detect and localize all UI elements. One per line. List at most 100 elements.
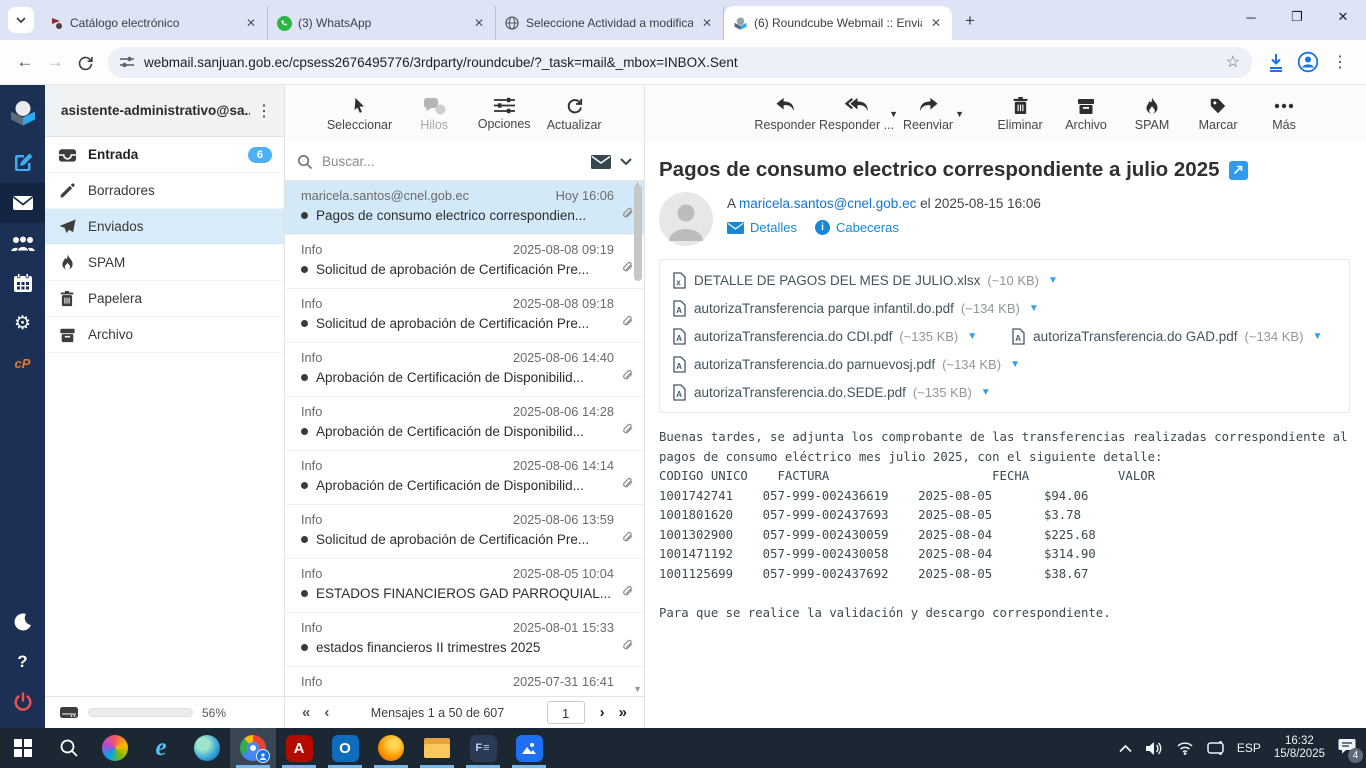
new-tab-button[interactable]: + bbox=[956, 7, 984, 35]
message-row[interactable]: Info 2025-08-08 09:19 Solicitud de aproba… bbox=[285, 235, 644, 289]
tab-close-icon[interactable]: ✕ bbox=[243, 16, 259, 30]
taskbar-chrome-button[interactable] bbox=[230, 728, 276, 768]
mail-nav-button[interactable] bbox=[0, 183, 45, 223]
folder-enviados[interactable]: Enviados bbox=[45, 209, 284, 245]
display-app-icon[interactable] bbox=[1207, 741, 1224, 755]
wifi-icon[interactable] bbox=[1176, 741, 1194, 755]
attachment-menu-caret[interactable]: ▼ bbox=[1048, 275, 1058, 286]
next-page-button[interactable]: › bbox=[593, 704, 612, 721]
tab-close-icon[interactable]: ✕ bbox=[928, 16, 944, 30]
forward-caret-icon[interactable]: ▼ bbox=[955, 109, 964, 119]
folder-borradores[interactable]: Borradores bbox=[45, 173, 284, 209]
search-input[interactable] bbox=[322, 154, 582, 169]
attachment-item[interactable]: A autorizaTransferencia parque infantil.… bbox=[672, 299, 1039, 317]
attachment-menu-caret[interactable]: ▼ bbox=[967, 331, 977, 342]
page-number-input[interactable]: 1 bbox=[546, 701, 585, 724]
last-page-button[interactable]: » bbox=[612, 704, 634, 721]
taskbar-acrobat-button[interactable]: A bbox=[276, 728, 322, 768]
window-restore-button[interactable]: ❐ bbox=[1274, 0, 1320, 34]
start-button[interactable] bbox=[0, 728, 46, 768]
folder-entrada[interactable]: Entrada 6 bbox=[45, 137, 284, 173]
threads-button[interactable]: Hilos bbox=[406, 97, 462, 132]
headers-toggle[interactable]: i Cabeceras bbox=[814, 220, 899, 235]
message-row[interactable]: Info 2025-07-31 16:41 bbox=[285, 667, 644, 696]
window-close-button[interactable]: ✕ bbox=[1320, 0, 1366, 34]
message-row[interactable]: Info 2025-08-05 10:04 ESTADOS FINANCIEROS… bbox=[285, 559, 644, 613]
message-row[interactable]: Info 2025-08-08 09:18 Solicitud de aproba… bbox=[285, 289, 644, 343]
message-row[interactable]: Info 2025-08-01 15:33 estados financieros… bbox=[285, 613, 644, 667]
details-toggle[interactable]: Detalles bbox=[727, 220, 797, 235]
taskbar-explorer-button[interactable] bbox=[414, 728, 460, 768]
more-button[interactable]: Más bbox=[1252, 97, 1316, 132]
calendar-nav-button[interactable] bbox=[0, 263, 45, 303]
attachment-menu-caret[interactable]: ▼ bbox=[1312, 331, 1322, 342]
taskbar-outlook-button[interactable]: O bbox=[322, 728, 368, 768]
search-scope-mail-icon[interactable] bbox=[591, 154, 611, 169]
taskbar-firefox-button[interactable] bbox=[368, 728, 414, 768]
taskbar-copilot-button[interactable] bbox=[92, 728, 138, 768]
delete-button[interactable]: Eliminar bbox=[988, 96, 1052, 132]
contacts-nav-button[interactable] bbox=[0, 223, 45, 263]
bookmark-star-icon[interactable]: ☆ bbox=[1226, 52, 1240, 72]
tray-expand-icon[interactable] bbox=[1119, 744, 1132, 753]
prev-page-button[interactable]: ‹ bbox=[317, 704, 336, 721]
language-indicator[interactable]: ESP bbox=[1237, 741, 1261, 755]
browser-menu-button[interactable]: ⋮ bbox=[1324, 46, 1356, 78]
volume-icon[interactable] bbox=[1145, 741, 1163, 756]
attachment-menu-caret[interactable]: ▼ bbox=[981, 387, 991, 398]
attachment-item[interactable]: A autorizaTransferencia.do CDI.pdf (~135… bbox=[672, 327, 977, 345]
folder-spam[interactable]: SPAM bbox=[45, 245, 284, 281]
tab-whatsapp[interactable]: (3) WhatsApp ✕ bbox=[268, 6, 496, 40]
mark-button[interactable]: Marcar bbox=[1186, 97, 1250, 132]
help-button[interactable]: ? bbox=[0, 642, 45, 682]
taskbar-edge-button[interactable] bbox=[184, 728, 230, 768]
open-in-new-window-button[interactable] bbox=[1228, 160, 1248, 180]
logout-button[interactable] bbox=[0, 682, 45, 722]
notification-center-button[interactable]: 4 bbox=[1338, 738, 1363, 763]
reload-button[interactable] bbox=[70, 47, 100, 77]
url-text[interactable]: webmail.sanjuan.gob.ec/cpsess2676495776/… bbox=[144, 55, 1226, 70]
reply-all-button[interactable]: ▼ Responder ... bbox=[819, 96, 898, 132]
account-menu-button[interactable]: ⋮ bbox=[250, 101, 278, 121]
first-page-button[interactable]: « bbox=[295, 704, 317, 721]
tab-actividad[interactable]: Seleccione Actividad a modifica ✕ bbox=[496, 6, 724, 40]
downloads-button[interactable] bbox=[1260, 46, 1292, 78]
options-button[interactable]: Opciones bbox=[476, 97, 532, 131]
recipient-link[interactable]: maricela.santos@cnel.gob.ec bbox=[739, 196, 916, 211]
message-row[interactable]: Info 2025-08-06 13:59 Solicitud de aproba… bbox=[285, 505, 644, 559]
taskbar-search-button[interactable] bbox=[46, 728, 92, 768]
profile-button[interactable] bbox=[1292, 46, 1324, 78]
attachment-item[interactable]: A autorizaTransferencia.do parnuevosj.pd… bbox=[672, 355, 1020, 373]
search-options-chevron-icon[interactable] bbox=[620, 157, 632, 166]
window-minimize-button[interactable]: ─ bbox=[1228, 0, 1274, 34]
attachment-item[interactable]: A autorizaTransferencia.do GAD.pdf (~134… bbox=[1011, 327, 1322, 345]
attachment-menu-caret[interactable]: ▼ bbox=[1029, 303, 1039, 314]
taskbar-photos-button[interactable] bbox=[506, 728, 552, 768]
forward-button[interactable]: → bbox=[40, 47, 70, 77]
archive-button[interactable]: Archivo bbox=[1054, 97, 1118, 132]
taskbar-ie-button[interactable]: e bbox=[138, 728, 184, 768]
attachment-menu-caret[interactable]: ▼ bbox=[1010, 359, 1020, 370]
dark-mode-button[interactable] bbox=[0, 602, 45, 642]
tab-close-icon[interactable]: ✕ bbox=[699, 16, 715, 30]
message-row[interactable]: Info 2025-08-06 14:14 Aprobación de Certi… bbox=[285, 451, 644, 505]
tab-catalogo[interactable]: Catálogo electrónico ✕ bbox=[40, 6, 268, 40]
back-button[interactable]: ← bbox=[10, 47, 40, 77]
spam-button[interactable]: SPAM bbox=[1120, 97, 1184, 132]
tab-roundcube-active[interactable]: (6) Roundcube Webmail :: Envia ✕ bbox=[724, 6, 952, 40]
refresh-button[interactable]: Actualizar bbox=[546, 96, 602, 132]
settings-nav-button[interactable]: ⚙ bbox=[0, 303, 45, 343]
attachment-item[interactable]: A autorizaTransferencia.do.SEDE.pdf (~13… bbox=[672, 383, 991, 401]
attachment-item[interactable]: x DETALLE DE PAGOS DEL MES DE JULIO.xlsx… bbox=[672, 271, 1058, 289]
address-bar[interactable]: webmail.sanjuan.gob.ec/cpsess2676495776/… bbox=[108, 46, 1252, 78]
tab-close-icon[interactable]: ✕ bbox=[471, 16, 487, 30]
compose-button[interactable] bbox=[0, 143, 45, 183]
cpanel-nav-button[interactable]: cP bbox=[0, 343, 45, 383]
reply-button[interactable]: Responder bbox=[753, 96, 817, 132]
message-row[interactable]: Info 2025-08-06 14:28 Aprobación de Certi… bbox=[285, 397, 644, 451]
taskbar-clock[interactable]: 16:32 15/8/2025 bbox=[1274, 735, 1325, 761]
folder-archivo[interactable]: Archivo bbox=[45, 317, 284, 353]
scroll-down-arrow[interactable]: ▼ bbox=[633, 684, 642, 694]
select-button[interactable]: Seleccionar bbox=[327, 96, 392, 132]
taskbar-app-f-button[interactable]: F≡ bbox=[460, 728, 506, 768]
